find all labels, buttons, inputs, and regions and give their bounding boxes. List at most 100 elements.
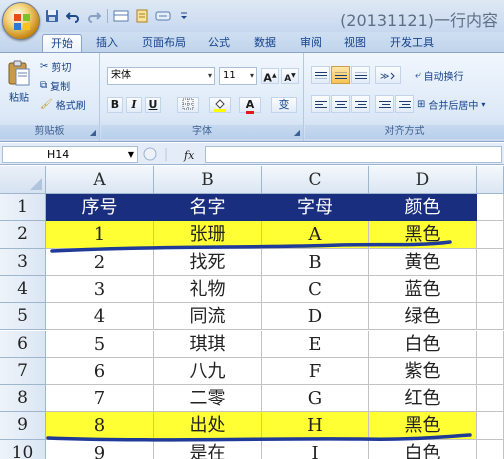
table-cell[interactable]: 7 — [46, 385, 154, 413]
table-cell[interactable]: I — [262, 439, 369, 459]
tab-page-layout[interactable]: 页面布局 — [138, 34, 190, 52]
table-header-cell[interactable]: 序号 — [46, 194, 154, 222]
table-cell[interactable]: 红色 — [369, 385, 477, 413]
tab-view[interactable]: 视图 — [338, 34, 372, 52]
fill-color-button[interactable] — [209, 97, 231, 113]
table-cell[interactable] — [477, 385, 504, 413]
dialog-launcher-icon[interactable]: ◢ — [294, 128, 300, 137]
align-bottom-button[interactable] — [351, 66, 370, 84]
select-all-corner[interactable] — [0, 166, 46, 194]
formula-input[interactable] — [205, 146, 502, 163]
table-cell[interactable]: 黑色 — [369, 221, 477, 249]
table-cell[interactable] — [477, 412, 504, 440]
tab-review[interactable]: 审阅 — [294, 34, 328, 52]
table-cell[interactable] — [477, 194, 504, 222]
grow-font-button[interactable]: A▲ — [261, 68, 279, 85]
office-button[interactable] — [2, 2, 40, 40]
column-header-e[interactable] — [477, 166, 504, 194]
borders-button[interactable] — [177, 97, 199, 113]
table-cell[interactable]: H — [262, 412, 369, 440]
format-painter-button[interactable]: 🖌 格式刷 — [40, 97, 86, 112]
table-cell[interactable] — [477, 357, 504, 386]
decrease-indent-button[interactable] — [375, 95, 394, 113]
align-left-button[interactable] — [311, 95, 330, 113]
table-header-cell[interactable]: 颜色 — [369, 194, 477, 222]
phonetic-guide-button[interactable]: 变 — [271, 97, 297, 113]
align-center-button[interactable] — [331, 95, 350, 113]
toggle-icon[interactable] — [155, 8, 171, 24]
row-header[interactable]: 7 — [0, 357, 46, 386]
row-header[interactable]: 6 — [0, 330, 46, 358]
font-size-combo[interactable]: 11 ▾ — [219, 67, 257, 85]
font-name-combo[interactable]: 宋体 ▾ — [107, 67, 215, 85]
save-icon[interactable] — [44, 8, 60, 24]
table-cell[interactable]: 蓝色 — [369, 275, 477, 304]
table-cell[interactable] — [477, 248, 504, 276]
table-cell[interactable] — [477, 275, 504, 304]
merge-center-button[interactable]: ⊞ 合并后居中 ▾ — [417, 97, 485, 112]
name-box[interactable]: H14 ▼ — [2, 146, 138, 163]
bold-button[interactable]: B — [107, 97, 123, 113]
table-cell[interactable]: 琪琪 — [154, 330, 262, 358]
table-cell[interactable]: 紫色 — [369, 357, 477, 386]
dialog-launcher-icon[interactable]: ◢ — [90, 128, 96, 137]
table-cell[interactable]: D — [262, 303, 369, 331]
italic-button[interactable]: I — [126, 97, 142, 113]
table-cell[interactable]: A — [262, 221, 369, 249]
tab-home[interactable]: 开始 — [42, 34, 82, 52]
table-cell[interactable]: G — [262, 385, 369, 413]
table-cell[interactable]: 8 — [46, 412, 154, 440]
table-cell[interactable]: F — [262, 357, 369, 386]
table-header-cell[interactable]: 字母 — [262, 194, 369, 222]
row-header[interactable]: 4 — [0, 275, 46, 304]
table-cell[interactable] — [477, 303, 504, 331]
table-cell[interactable]: 1 — [46, 221, 154, 249]
row-header[interactable]: 2 — [0, 221, 46, 249]
table-cell[interactable]: 4 — [46, 303, 154, 331]
wrap-text-button[interactable]: ⤶ 自动换行 — [415, 68, 464, 83]
row-header[interactable]: 9 — [0, 412, 46, 440]
shrink-font-button[interactable]: A▼ — [281, 68, 299, 84]
table-cell[interactable]: 同流 — [154, 303, 262, 331]
row-header[interactable]: 5 — [0, 303, 46, 331]
table-cell[interactable]: 张珊 — [154, 221, 262, 249]
table-cell[interactable]: 9 — [46, 439, 154, 459]
increase-indent-button[interactable] — [395, 95, 414, 113]
table-cell[interactable]: 绿色 — [369, 303, 477, 331]
row-header[interactable]: 8 — [0, 385, 46, 413]
table-cell[interactable]: 2 — [46, 248, 154, 276]
table-cell[interactable]: 黑色 — [369, 412, 477, 440]
table-cell[interactable]: 3 — [46, 275, 154, 304]
row-header[interactable]: 10 — [0, 439, 46, 459]
table-cell[interactable]: 二零 — [154, 385, 262, 413]
table-header-cell[interactable]: 名字 — [154, 194, 262, 222]
align-right-button[interactable] — [351, 95, 370, 113]
table-cell[interactable]: 白色 — [369, 439, 477, 459]
table-cell[interactable]: 找死 — [154, 248, 262, 276]
tab-data[interactable]: 数据 — [248, 34, 282, 52]
spreadsheet-grid[interactable]: A B C D 1 序号 名字 字母 颜色 2 1 张珊 A 黑色 3 2 找死 B 黄色 4 3 礼物 C 蓝色 5 4 同流 D 绿… — [0, 166, 504, 459]
table-cell[interactable]: 5 — [46, 330, 154, 358]
table-cell[interactable] — [477, 330, 504, 358]
table-cell[interactable] — [477, 221, 504, 249]
customize-qat-icon[interactable] — [176, 8, 192, 24]
underline-button[interactable]: U — [145, 97, 161, 113]
table-cell[interactable]: C — [262, 275, 369, 304]
table-cell[interactable]: 6 — [46, 357, 154, 386]
align-middle-button[interactable] — [331, 66, 350, 84]
row-header[interactable]: 3 — [0, 248, 46, 276]
table-cell[interactable] — [477, 439, 504, 459]
tab-developer[interactable]: 开发工具 — [384, 34, 440, 52]
table-cell[interactable]: 出处 — [154, 412, 262, 440]
column-header-d[interactable]: D — [369, 166, 477, 194]
expand-icon[interactable] — [143, 147, 157, 161]
orientation-button[interactable]: ≫ — [375, 66, 401, 84]
align-top-button[interactable] — [311, 66, 330, 84]
paste-button[interactable]: 粘贴 — [6, 59, 32, 104]
table-cell[interactable]: 白色 — [369, 330, 477, 358]
fx-label[interactable]: fx — [183, 149, 195, 162]
copy-button[interactable]: ⧉ 复制 — [40, 78, 70, 93]
table-cell[interactable]: 是在 — [154, 439, 262, 459]
table-cell[interactable]: 礼物 — [154, 275, 262, 304]
table-cell[interactable]: B — [262, 248, 369, 276]
